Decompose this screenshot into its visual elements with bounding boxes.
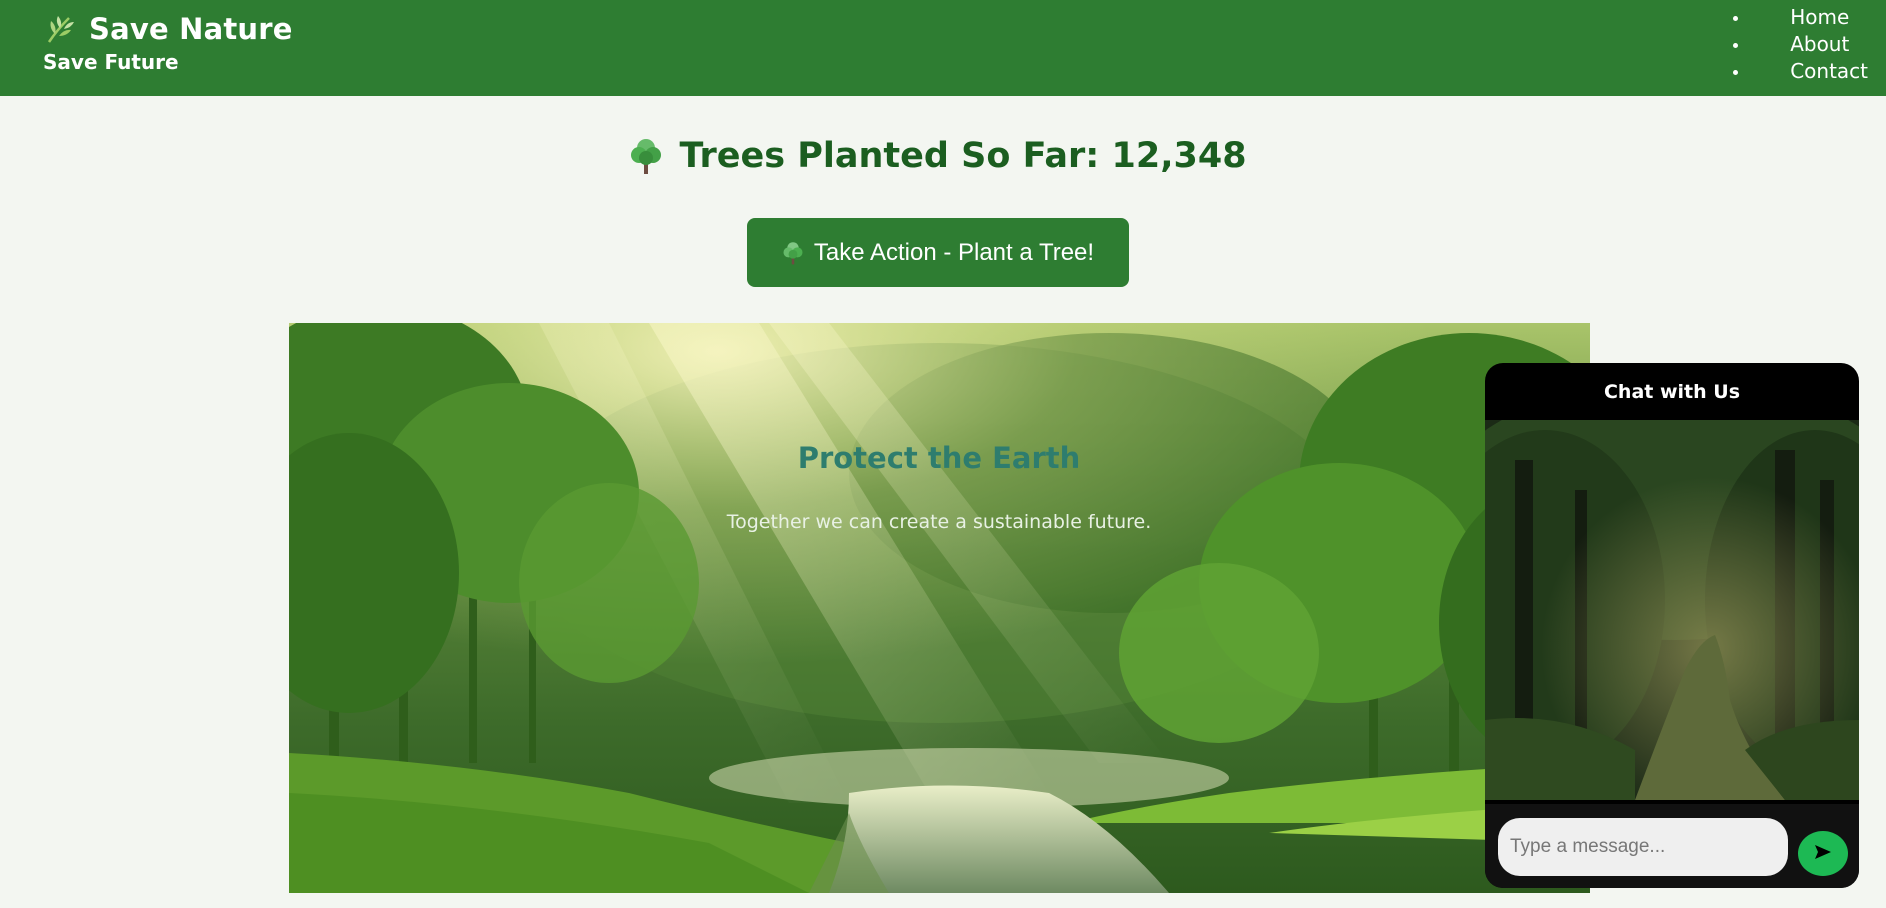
chat-message-input[interactable] bbox=[1498, 818, 1788, 876]
hero-title: Protect the Earth bbox=[797, 441, 1081, 475]
nav-link-about[interactable]: About bbox=[1790, 32, 1849, 56]
tree-icon bbox=[782, 241, 804, 265]
chat-widget: Chat with Us bbox=[1485, 363, 1859, 888]
chat-footer bbox=[1485, 804, 1859, 888]
send-button[interactable] bbox=[1798, 831, 1848, 876]
site-title: Save Nature bbox=[89, 12, 293, 46]
trees-counter-text: Trees Planted So Far: 12,348 bbox=[679, 136, 1247, 176]
hero-banner: Protect the Earth Together we can create… bbox=[289, 323, 1590, 893]
site-subtitle: Save Future bbox=[43, 50, 179, 74]
nav-item-about: About bbox=[1750, 31, 1868, 58]
plant-tree-button[interactable]: Take Action - Plant a Tree! bbox=[747, 218, 1129, 287]
plant-tree-button-label: Take Action - Plant a Tree! bbox=[813, 238, 1095, 266]
leaf-icon bbox=[43, 12, 77, 46]
site-header: Save Nature Save Future Home About Conta… bbox=[0, 0, 1886, 96]
tree-icon bbox=[629, 137, 663, 175]
nav-link-contact[interactable]: Contact bbox=[1790, 59, 1868, 83]
forest-hero-image bbox=[289, 323, 1590, 893]
nav-item-home: Home bbox=[1750, 4, 1868, 31]
chat-header: Chat with Us bbox=[1603, 380, 1740, 403]
send-arrow-icon bbox=[1813, 842, 1833, 865]
hero-text: Together we can create a sustainable fut… bbox=[726, 511, 1152, 533]
nav-item-contact: Contact bbox=[1750, 58, 1868, 85]
main-nav: Home About Contact bbox=[1710, 4, 1868, 85]
brand: Save Nature Save Future bbox=[43, 12, 293, 74]
chat-forest-image bbox=[1485, 420, 1859, 800]
trees-counter: Trees Planted So Far: 12,348 bbox=[0, 136, 1876, 176]
nav-link-home[interactable]: Home bbox=[1790, 5, 1849, 29]
